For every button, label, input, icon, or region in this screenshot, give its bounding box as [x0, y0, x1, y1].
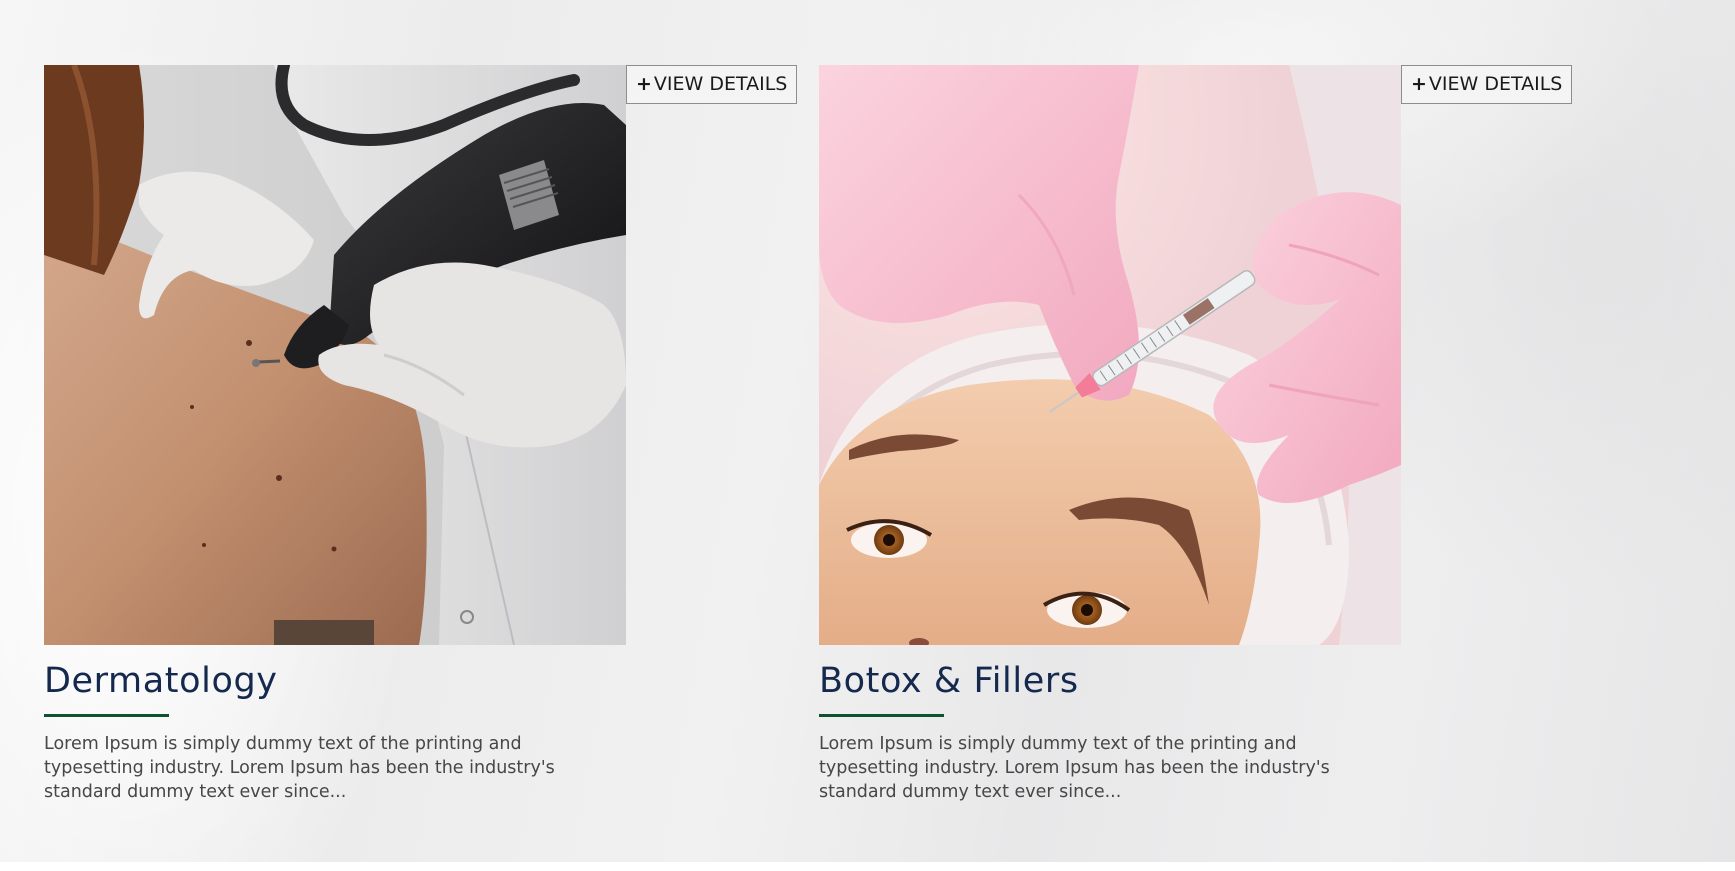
plus-icon: + [636, 73, 652, 95]
view-details-button[interactable]: + VIEW DETAILS [1401, 65, 1573, 104]
title-underline-divider [44, 713, 169, 717]
service-card-botox-fillers: + VIEW DETAILS Botox & Fillers Lorem Ipsu… [819, 65, 1573, 804]
page-bottom-strip [0, 862, 1735, 871]
view-details-label: VIEW DETAILS [653, 73, 788, 95]
service-card-dermatology: + VIEW DETAILS Dermatology Lorem Ipsum is… [44, 65, 798, 804]
view-details-label: VIEW DETAILS [1428, 73, 1563, 95]
botox-fillers-image[interactable] [819, 65, 1401, 645]
card-description: Lorem Ipsum is simply dummy text of the … [819, 733, 1330, 802]
plus-icon: + [1411, 73, 1427, 95]
title-underline-divider [819, 713, 944, 717]
card-description: Lorem Ipsum is simply dummy text of the … [44, 733, 555, 802]
card-title: Dermatology [44, 661, 278, 701]
view-details-button[interactable]: + VIEW DETAILS [626, 65, 798, 104]
card-title: Botox & Fillers [819, 661, 1079, 701]
dermatology-image[interactable] [44, 65, 626, 645]
